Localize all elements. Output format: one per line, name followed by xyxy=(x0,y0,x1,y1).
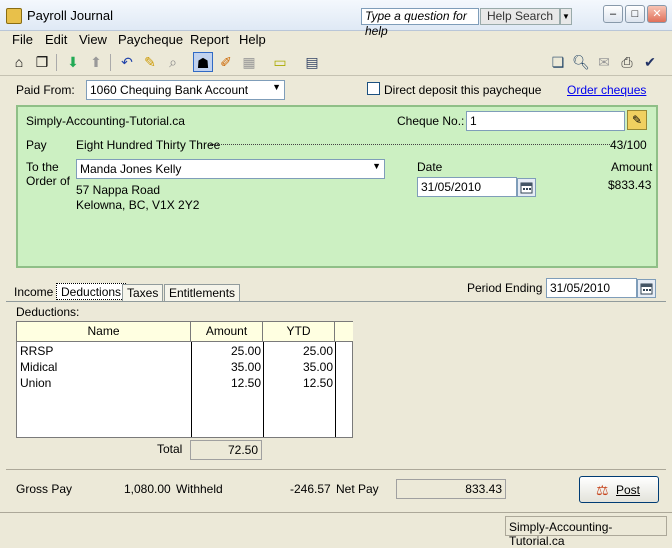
deductions-label: Deductions: xyxy=(16,305,80,319)
net-pay-label: Net Pay xyxy=(336,482,379,496)
cheque-no-field[interactable]: 1 xyxy=(466,111,625,131)
toolbar-divider xyxy=(110,54,111,71)
employee-icon[interactable]: ☗ xyxy=(193,52,213,72)
print-icon[interactable]: ⎙ xyxy=(617,52,637,72)
net-pay-value: 833.43 xyxy=(396,479,506,499)
direct-deposit-checkbox[interactable] xyxy=(367,82,380,95)
calendar-icon[interactable] xyxy=(517,178,536,197)
cheque-amount: $833.43 xyxy=(608,178,652,192)
to-order-label-1: To the xyxy=(26,160,59,174)
row-1-ytd: 25.00 xyxy=(302,344,333,358)
payee-address-line1: 57 Nappa Road xyxy=(76,183,161,197)
amount-label: Amount xyxy=(611,160,653,174)
close-icon[interactable]: ✕ xyxy=(647,5,667,23)
cents-fraction: 43/100 xyxy=(610,138,647,152)
menu-view[interactable]: View xyxy=(79,32,107,47)
direct-deposit-label: Direct deposit this paycheque xyxy=(384,83,542,97)
post-icon: ⚖ xyxy=(596,482,609,498)
save-icon[interactable]: ⬇ xyxy=(63,52,83,72)
column-header-spacer xyxy=(335,322,353,342)
column-divider xyxy=(335,342,336,437)
column-header-name[interactable]: Name xyxy=(17,322,191,342)
toolbar-divider xyxy=(56,54,57,71)
fill-icon[interactable]: ✐ xyxy=(216,52,236,72)
list-icon[interactable]: ▤ xyxy=(302,52,322,72)
row-2-name[interactable]: Midical xyxy=(20,360,57,374)
cheque-date-field[interactable]: 31/05/2010 xyxy=(417,177,517,197)
tab-deductions[interactable]: Deductions xyxy=(56,283,127,300)
payee-select[interactable]: Manda Jones Kelly ▼ xyxy=(76,159,385,179)
cheque-lookup-icon[interactable]: ✎ xyxy=(627,110,647,130)
chevron-down-icon: ▼ xyxy=(372,161,381,171)
pay-label: Pay xyxy=(26,138,47,152)
tab-income[interactable]: Income xyxy=(10,284,57,301)
maximize-icon[interactable]: □ xyxy=(625,5,645,23)
help-dropdown-icon[interactable]: ▼ xyxy=(560,8,572,25)
column-divider xyxy=(191,342,192,437)
gross-pay-label: Gross Pay xyxy=(16,482,73,496)
adjust-icon[interactable]: ✎ xyxy=(140,52,160,72)
tab-entitlements[interactable]: Entitlements xyxy=(164,284,241,301)
deductions-total: 72.50 xyxy=(190,440,262,460)
pay-amount-words: Eight Hundred Thirty Three xyxy=(76,138,221,152)
deductions-table[interactable]: Name Amount YTD RRSP 25.00 25.00 Midical… xyxy=(16,321,353,438)
home-icon[interactable]: ⌂ xyxy=(9,52,29,72)
post-button[interactable]: ⚖ Post xyxy=(579,476,659,503)
row-1-name[interactable]: RRSP xyxy=(20,344,53,358)
window-switch-icon[interactable]: ❏ xyxy=(548,52,568,72)
menu-help[interactable]: Help xyxy=(239,32,266,47)
preview-icon[interactable]: 🔍︎ xyxy=(571,52,591,72)
row-2-amount[interactable]: 35.00 xyxy=(193,360,261,374)
order-cheques-link[interactable]: Order cheques xyxy=(567,83,646,97)
minimize-icon[interactable]: – xyxy=(603,5,623,23)
menu-paycheque[interactable]: Paycheque xyxy=(118,32,183,47)
tab-taxes[interactable]: Taxes xyxy=(122,284,164,301)
window-title: Payroll Journal xyxy=(27,8,113,23)
column-divider xyxy=(263,342,264,437)
summary-divider xyxy=(6,469,666,470)
email-icon[interactable]: ✉ xyxy=(594,52,614,72)
amount-dotted-line xyxy=(210,144,610,145)
calculator-icon[interactable]: ▦ xyxy=(239,52,259,72)
track-icon[interactable]: ▭ xyxy=(270,52,290,72)
row-2-ytd: 35.00 xyxy=(302,360,333,374)
gross-pay-value: 1,080.00 xyxy=(124,482,171,496)
status-text: Simply-Accounting-Tutorial.ca xyxy=(505,516,667,548)
withheld-value: -246.57 xyxy=(290,482,331,496)
window-icon[interactable]: ❐ xyxy=(32,52,52,72)
column-header-ytd[interactable]: YTD xyxy=(263,322,335,342)
cheque-no-label: Cheque No.: xyxy=(397,114,465,128)
to-order-label-2: Order of xyxy=(26,174,71,188)
company-name: Simply-Accounting-Tutorial.ca xyxy=(26,114,185,128)
period-ending-label: Period Ending xyxy=(467,281,543,295)
lookup-icon[interactable]: ⌕ xyxy=(163,52,183,72)
payee-value: Manda Jones Kelly xyxy=(80,162,182,176)
payee-address-line2: Kelowna, BC, V1X 2Y2 xyxy=(76,198,200,212)
row-1-amount[interactable]: 25.00 xyxy=(193,344,261,358)
help-search-button[interactable]: Help Search xyxy=(480,8,560,25)
menu-report[interactable]: Report xyxy=(190,32,229,47)
period-ending-field[interactable]: 31/05/2010 xyxy=(546,278,637,298)
confirm-icon[interactable]: ✔ xyxy=(640,52,660,72)
export-icon[interactable]: ⬆ xyxy=(86,52,106,72)
post-label: Post xyxy=(616,483,641,497)
undo-icon[interactable]: ↶ xyxy=(117,52,137,72)
paid-from-select[interactable]: 1060 Chequing Bank Account ▼ xyxy=(86,80,285,100)
column-header-amount[interactable]: Amount xyxy=(191,322,263,342)
help-question-input[interactable]: Type a question for help xyxy=(361,8,479,38)
date-label: Date xyxy=(417,160,443,174)
menu-edit[interactable]: Edit xyxy=(45,32,67,47)
row-3-name[interactable]: Union xyxy=(20,376,51,390)
withheld-label: Withheld xyxy=(176,482,223,496)
chevron-down-icon: ▼ xyxy=(272,82,281,92)
menu-file[interactable]: File xyxy=(12,32,33,47)
paid-from-label: Paid From: xyxy=(16,83,75,97)
app-icon xyxy=(6,8,22,24)
total-label: Total xyxy=(157,442,183,456)
tab-divider xyxy=(6,301,666,302)
row-3-amount[interactable]: 12.50 xyxy=(193,376,261,390)
row-3-ytd: 12.50 xyxy=(302,376,333,390)
paid-from-value: 1060 Chequing Bank Account xyxy=(90,83,249,97)
calendar-icon[interactable] xyxy=(637,279,656,298)
